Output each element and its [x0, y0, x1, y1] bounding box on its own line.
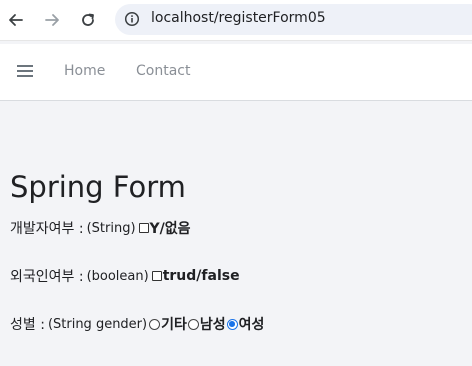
address-bar[interactable]: localhost/registerForm05	[115, 4, 472, 35]
developer-checkbox[interactable]	[138, 223, 149, 233]
foreigner-row: 외국인여부 : (boolean) trud/false	[10, 266, 241, 286]
forward-arrow-icon[interactable]	[42, 10, 62, 30]
page-title: Spring Form	[10, 170, 186, 204]
nav-link-contact[interactable]: Contact	[136, 63, 190, 79]
url-text[interactable]: localhost/registerForm05	[151, 10, 326, 26]
foreigner-label: 외국인여부 :	[10, 269, 84, 285]
site-navbar: Home Contact	[0, 44, 472, 101]
developer-checkbox-label[interactable]: Y/없음	[150, 218, 191, 238]
gender-label: 성별 :	[10, 317, 45, 333]
nav-link-home[interactable]: Home	[64, 63, 105, 79]
developer-type: (String)	[86, 220, 136, 236]
foreigner-checkbox-label[interactable]: trud/false	[163, 268, 240, 284]
info-icon[interactable]	[124, 11, 140, 27]
foreigner-checkbox[interactable]	[151, 271, 162, 281]
browser-toolbar: localhost/registerForm05	[0, 0, 472, 41]
gender-row: 성별 : (String gender) 기타 남성 여성	[10, 314, 265, 334]
foreigner-type: (boolean)	[86, 268, 149, 284]
developer-row: 개발자여부 : (String) Y/없음	[10, 218, 192, 238]
gender-option-other-label[interactable]: 기타	[161, 314, 187, 334]
gender-radio-other[interactable]	[149, 318, 161, 330]
reload-icon[interactable]	[78, 10, 98, 30]
gender-radio-female[interactable]	[226, 318, 238, 330]
gender-type: (String gender)	[47, 316, 148, 332]
back-arrow-icon[interactable]	[6, 10, 26, 30]
gender-option-male-label[interactable]: 남성	[200, 314, 226, 334]
hamburger-icon[interactable]	[17, 65, 33, 79]
gender-option-female-label[interactable]: 여성	[239, 314, 265, 334]
gender-radio-male[interactable]	[187, 318, 199, 330]
developer-label: 개발자여부 :	[10, 221, 84, 237]
